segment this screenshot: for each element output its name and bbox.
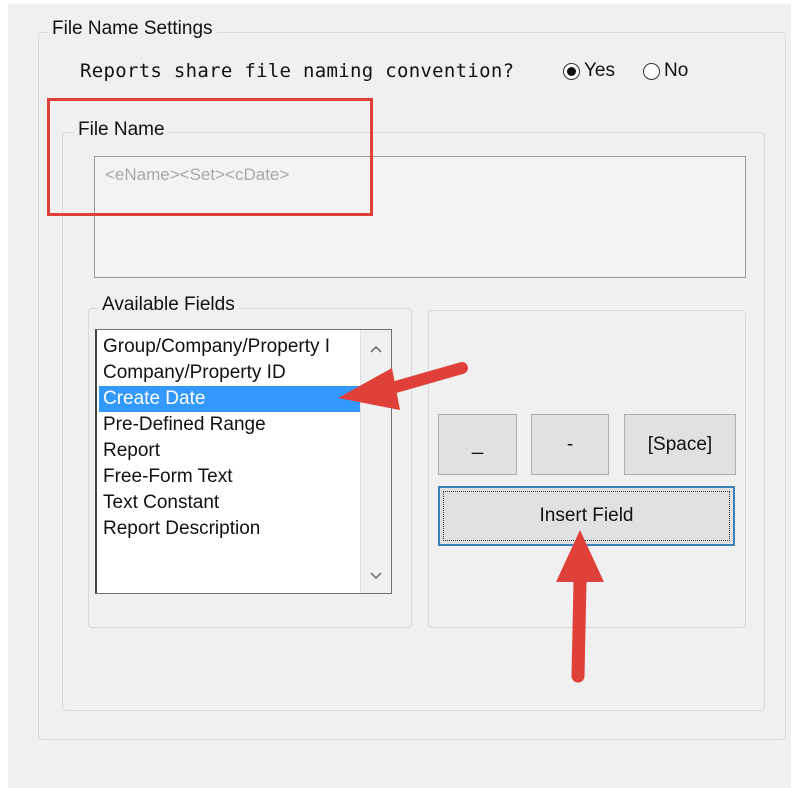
arrow-to-insert-field xyxy=(556,530,604,683)
annotation-arrows xyxy=(338,362,604,683)
arrow-to-create-date xyxy=(338,362,468,410)
